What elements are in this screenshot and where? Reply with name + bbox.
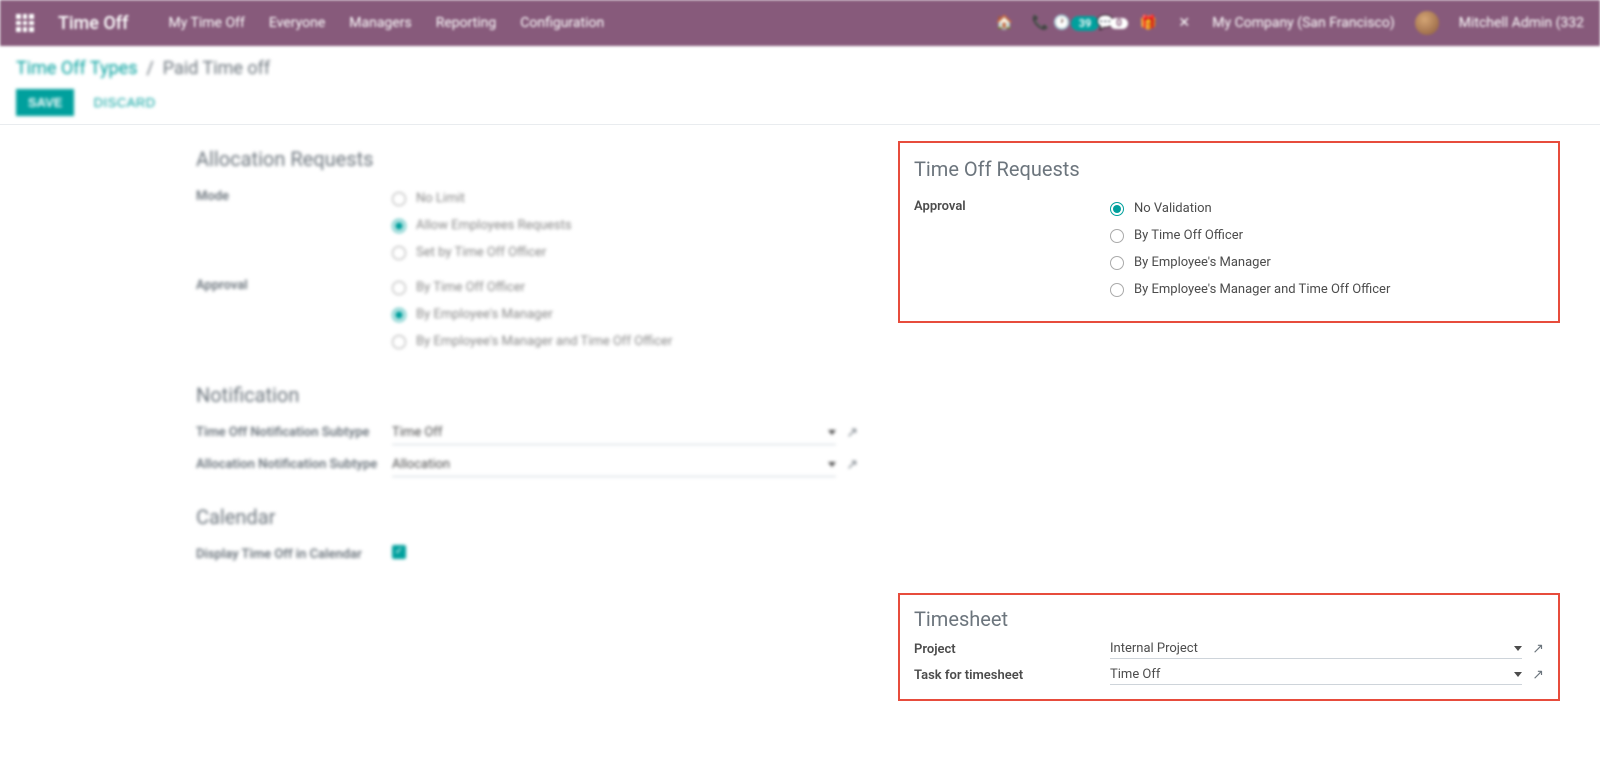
control-bar: Time Off Types / Paid Time off SAVE DISC… xyxy=(0,46,1600,125)
activity-badge: 39 xyxy=(1071,16,1100,31)
apps-icon[interactable] xyxy=(16,14,34,32)
home-icon[interactable]: 🏠 xyxy=(996,15,1012,31)
form-body: Allocation Requests Mode No Limit Allow … xyxy=(0,125,1600,721)
notif-timeoff-select[interactable]: Time Off xyxy=(392,421,836,445)
app-brand[interactable]: Time Off xyxy=(58,13,128,34)
external-link-icon[interactable]: ↗ xyxy=(846,457,858,473)
ts-project-label: Project xyxy=(914,642,1110,657)
navbar: Time Off My Time Off Everyone Managers R… xyxy=(0,0,1600,46)
nav-my-time-off[interactable]: My Time Off xyxy=(168,15,244,31)
chevron-down-icon xyxy=(1514,646,1522,651)
req-approval-officer[interactable]: By Time Off Officer xyxy=(1110,222,1544,249)
nav-everyone[interactable]: Everyone xyxy=(269,15,325,31)
req-approval-label: Approval xyxy=(914,195,1110,214)
req-approval-manager[interactable]: By Employee's Manager xyxy=(1110,249,1544,276)
ts-task-select[interactable]: Time Off xyxy=(1110,665,1522,685)
mode-no-limit[interactable]: No Limit xyxy=(392,185,858,212)
nav-managers[interactable]: Managers xyxy=(349,15,411,31)
external-link-icon[interactable]: ↗ xyxy=(846,425,858,441)
left-column: Allocation Requests Mode No Limit Allow … xyxy=(196,141,858,721)
req-approval-both[interactable]: By Employee's Manager and Time Off Offic… xyxy=(1110,276,1544,303)
nav-menu: My Time Off Everyone Managers Reporting … xyxy=(168,15,604,31)
display-calendar-label: Display Time Off in Calendar xyxy=(196,543,392,562)
alloc-approval-officer[interactable]: By Time Off Officer xyxy=(392,274,858,301)
alloc-approval-label: Approval xyxy=(196,274,392,293)
right-column: Time Off Requests Approval No Validation… xyxy=(898,141,1560,721)
save-button[interactable]: SAVE xyxy=(16,89,74,116)
close-icon[interactable]: ✕ xyxy=(1176,15,1192,31)
mode-label: Mode xyxy=(196,185,392,204)
nav-reporting[interactable]: Reporting xyxy=(436,15,497,31)
nav-configuration[interactable]: Configuration xyxy=(520,15,604,31)
notif-alloc-select[interactable]: Allocation xyxy=(392,453,836,477)
timesheet-box: Timesheet Project Internal Project ↗ Tas… xyxy=(898,593,1560,701)
activity-icon[interactable]: 🕐39 xyxy=(1068,15,1084,31)
section-timesheet: Timesheet xyxy=(914,607,1544,631)
chevron-down-icon xyxy=(1514,672,1522,677)
section-notification: Notification xyxy=(196,383,858,407)
discuss-badge: 0 xyxy=(1110,18,1128,29)
avatar[interactable] xyxy=(1415,11,1439,35)
discard-button[interactable]: DISCARD xyxy=(82,89,168,116)
alloc-approval-manager[interactable]: By Employee's Manager xyxy=(392,301,858,328)
company-switcher[interactable]: My Company (San Francisco) xyxy=(1212,15,1394,31)
notif-timeoff-label: Time Off Notification Subtype xyxy=(196,421,392,440)
ts-project-select[interactable]: Internal Project xyxy=(1110,639,1522,659)
ts-task-label: Task for timesheet xyxy=(914,668,1110,683)
gift-icon[interactable]: 🎁 xyxy=(1140,15,1156,31)
breadcrumb: Time Off Types / Paid Time off xyxy=(16,58,1584,79)
external-link-icon[interactable]: ↗ xyxy=(1532,667,1544,683)
mode-set-officer[interactable]: Set by Time Off Officer xyxy=(392,239,858,266)
time-off-requests-box: Time Off Requests Approval No Validation… xyxy=(898,141,1560,323)
section-time-off-requests: Time Off Requests xyxy=(914,157,1544,181)
display-calendar-checkbox[interactable]: ✓ xyxy=(392,545,406,559)
chevron-down-icon xyxy=(828,462,836,467)
nav-right: 🏠 📞 🕐39 💬0 🎁 ✕ My Company (San Francisco… xyxy=(996,11,1584,35)
breadcrumb-parent[interactable]: Time Off Types xyxy=(16,58,138,79)
chevron-down-icon xyxy=(828,430,836,435)
section-calendar: Calendar xyxy=(196,505,858,529)
notif-alloc-label: Allocation Notification Subtype xyxy=(196,453,392,472)
section-allocation: Allocation Requests xyxy=(196,147,858,171)
discuss-icon[interactable]: 💬0 xyxy=(1104,15,1120,31)
mode-allow-employees[interactable]: Allow Employees Requests xyxy=(392,212,858,239)
phone-icon[interactable]: 📞 xyxy=(1032,15,1048,31)
breadcrumb-current: Paid Time off xyxy=(163,58,270,79)
alloc-approval-both[interactable]: By Employee's Manager and Time Off Offic… xyxy=(392,328,858,355)
external-link-icon[interactable]: ↗ xyxy=(1532,641,1544,657)
user-name[interactable]: Mitchell Admin (332 xyxy=(1459,15,1584,31)
req-approval-none[interactable]: No Validation xyxy=(1110,195,1544,222)
